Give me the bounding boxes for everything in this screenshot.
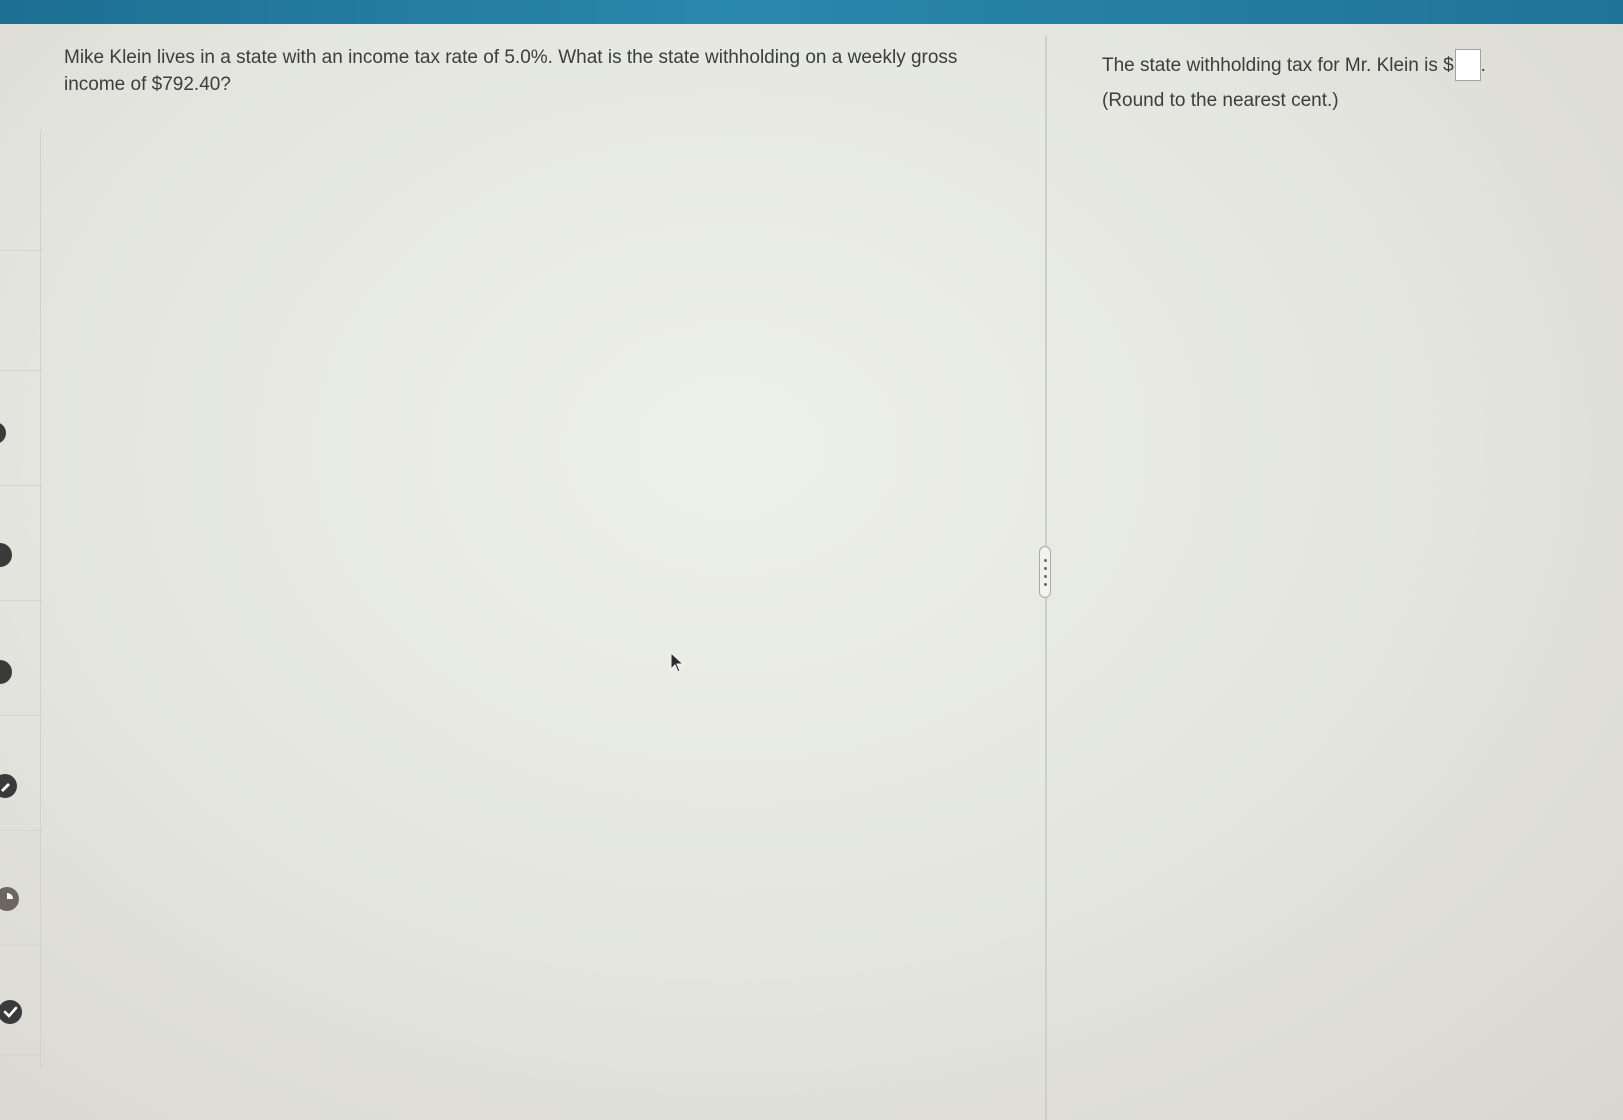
rail-separator	[0, 715, 44, 716]
pencil-icon	[1, 783, 10, 792]
partial-icon[interactable]	[0, 887, 19, 911]
vertical-ellipsis-icon[interactable]	[1039, 546, 1051, 598]
rail-separator	[0, 945, 44, 946]
rounding-hint: (Round to the nearest cent.)	[1102, 90, 1339, 111]
rail-separator	[0, 370, 44, 371]
mouse-cursor-icon	[670, 652, 685, 673]
answer-suffix: .	[1480, 54, 1486, 76]
partial-credit-icon	[7, 893, 13, 899]
question-text: Mike Klein lives in a state with an inco…	[64, 47, 958, 95]
answer-panel: The state withholding tax for Mr. Klein …	[1102, 49, 1602, 114]
status-icon[interactable]	[0, 660, 12, 684]
rail-separator	[0, 485, 44, 486]
status-icon[interactable]	[0, 422, 6, 444]
check-icon[interactable]	[0, 1000, 22, 1024]
status-icon[interactable]	[0, 543, 12, 567]
rail-separator	[0, 250, 44, 251]
checkmark-icon	[3, 1006, 18, 1018]
question-nav-rail	[0, 130, 46, 1070]
rail-separator	[0, 600, 44, 601]
top-banner	[0, 0, 1623, 24]
rail-separator	[0, 1055, 44, 1056]
status-icon[interactable]	[0, 774, 17, 798]
rail-separator	[0, 830, 44, 831]
answer-sentence: The state withholding tax for Mr. Klein …	[1102, 49, 1602, 81]
answer-prefix: The state withholding tax for Mr. Klein …	[1102, 54, 1454, 76]
question-panel: Mike Klein lives in a state with an inco…	[64, 44, 964, 98]
answer-input[interactable]	[1454, 49, 1481, 81]
